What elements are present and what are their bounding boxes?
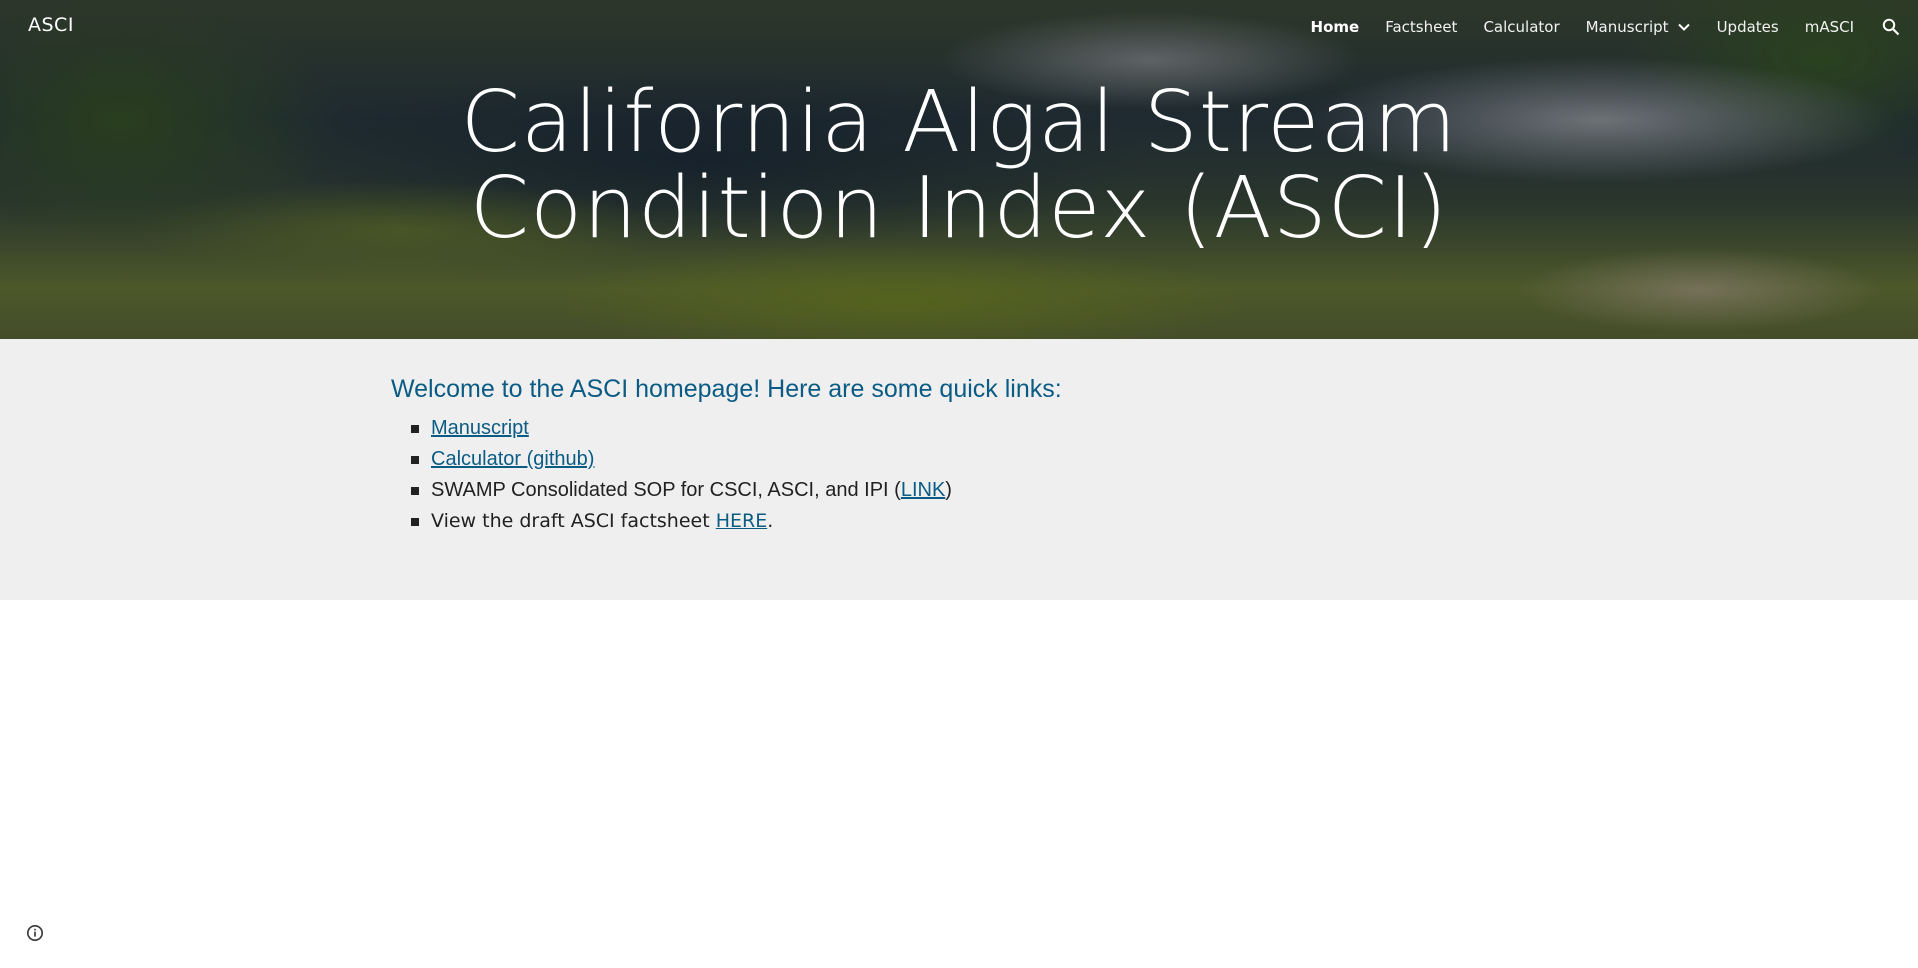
welcome-heading: Welcome to the ASCI homepage! Here are s… <box>391 375 1062 403</box>
nav-item-masci[interactable]: mASCI <box>1805 18 1854 36</box>
nav-item-home[interactable]: Home <box>1311 18 1360 36</box>
factsheet-link[interactable]: HERE <box>716 510 768 532</box>
top-navigation: Home Factsheet Calculator Manuscript Upd… <box>1285 16 1902 38</box>
nav-item-manuscript[interactable]: Manuscript <box>1586 18 1691 36</box>
list-item: Calculator (github) <box>391 444 952 475</box>
site-info-button[interactable] <box>26 924 44 942</box>
nav-item-factsheet[interactable]: Factsheet <box>1385 18 1457 36</box>
list-item: View the draft ASCI factsheet HERE. <box>391 506 952 537</box>
info-icon <box>27 925 43 941</box>
page-title-line-1: California Algal Stream <box>460 73 1458 172</box>
hero-header: ASCI Home Factsheet Calculator Manuscrip… <box>0 0 1918 339</box>
sop-text-suffix: ) <box>945 479 952 501</box>
list-item: SWAMP Consolidated SOP for CSCI, ASCI, a… <box>391 475 952 506</box>
nav-item-calculator[interactable]: Calculator <box>1483 18 1559 36</box>
nav-item-updates[interactable]: Updates <box>1717 18 1779 36</box>
site-title-link[interactable]: ASCI <box>28 14 74 36</box>
chevron-down-icon[interactable] <box>1677 20 1691 34</box>
search-icon <box>1882 18 1900 36</box>
search-button[interactable] <box>1880 16 1902 38</box>
quick-links-list: Manuscript Calculator (github) SWAMP Con… <box>391 413 952 537</box>
content-section: Welcome to the ASCI homepage! Here are s… <box>0 339 1918 600</box>
page-title-line-2: Condition Index (ASCI) <box>469 159 1449 258</box>
page-title: California Algal Stream Condition Index … <box>0 80 1918 252</box>
sop-text: SWAMP Consolidated SOP for CSCI, ASCI, a… <box>431 479 901 501</box>
factsheet-text-suffix: . <box>767 510 774 532</box>
manuscript-link[interactable]: Manuscript <box>431 417 529 439</box>
nav-item-manuscript-label: Manuscript <box>1585 18 1669 36</box>
list-item: Manuscript <box>391 413 952 444</box>
factsheet-text: View the draft ASCI factsheet <box>431 510 716 532</box>
calculator-github-link[interactable]: Calculator (github) <box>431 448 594 470</box>
sop-link[interactable]: LINK <box>901 479 945 501</box>
